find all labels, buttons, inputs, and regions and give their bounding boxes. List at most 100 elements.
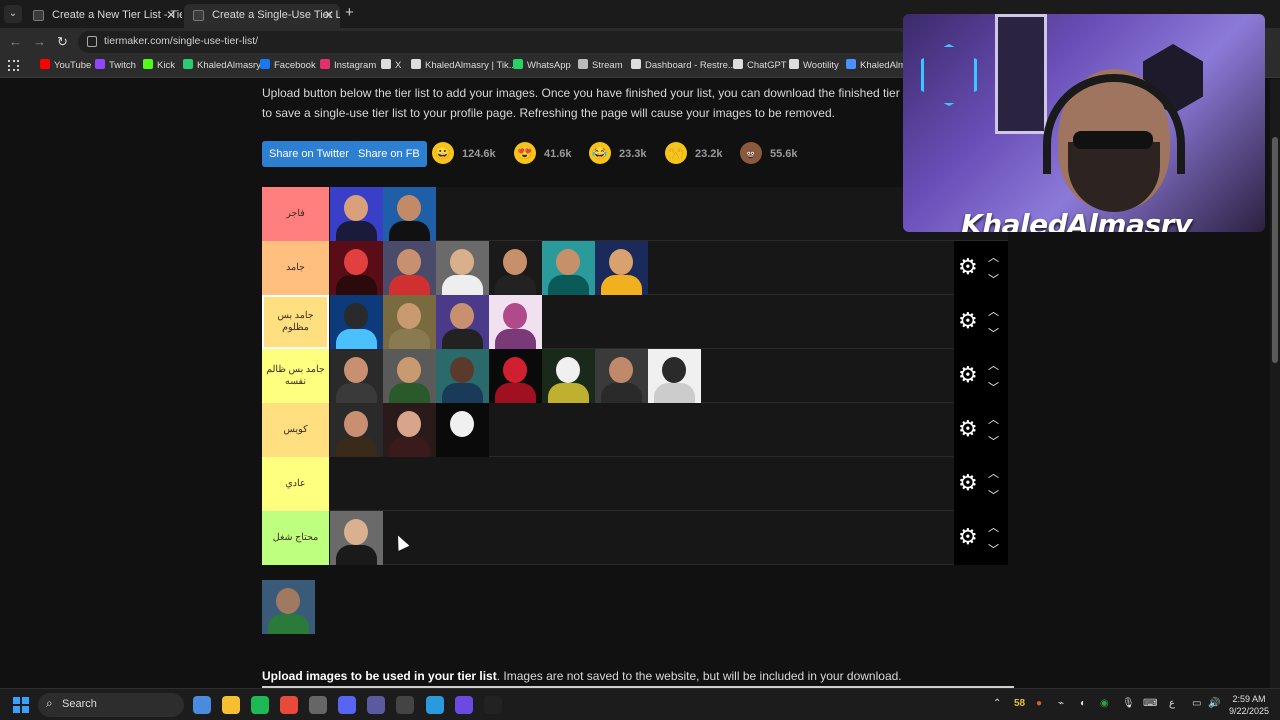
tier-item-image[interactable] [330, 241, 383, 295]
microphone-icon[interactable]: 🎙 [1122, 698, 1135, 709]
bookmark-item[interactable]: ChatGPT [733, 59, 787, 71]
discord-icon[interactable] [338, 696, 356, 714]
tray-app-icon[interactable]: ● [1036, 698, 1042, 709]
tier-label[interactable]: جامد بس ظالم نفسه [262, 349, 329, 403]
tier-items[interactable] [330, 511, 383, 565]
language-icon[interactable]: ع [1169, 698, 1175, 709]
page-scrollbar[interactable] [1270, 79, 1280, 688]
bookmark-item[interactable]: KhaledAlmasry [183, 59, 261, 71]
bookmark-item[interactable]: KhaledAlma [846, 59, 911, 71]
tier-label[interactable]: عادي [262, 457, 329, 511]
tray-app-icon[interactable]: ◐ [1080, 698, 1086, 709]
tier-item-image[interactable] [262, 580, 315, 634]
forward-icon[interactable]: → [33, 34, 46, 49]
scrollbar-thumb[interactable] [1272, 137, 1278, 363]
tier-item-image[interactable] [595, 349, 648, 403]
tier-item-image[interactable] [595, 241, 648, 295]
tier-label[interactable]: جامد بس مظلوم [262, 295, 329, 349]
bookmark-item[interactable]: Dashboard - Restre... [631, 59, 736, 71]
chevron-up-icon[interactable]: ︿ [988, 411, 999, 427]
tier-item-image[interactable] [436, 295, 489, 349]
close-tab-icon[interactable]: ✕ [324, 4, 334, 26]
site-info-icon[interactable] [87, 36, 97, 47]
share-twitter-button[interactable]: Share on Twitter [262, 141, 356, 167]
windows-start-icon[interactable] [13, 697, 29, 713]
gear-icon[interactable]: ⚙ [958, 524, 978, 550]
taskbar-search-box[interactable]: ⌕ Search [38, 693, 184, 717]
tray-app-icon[interactable]: ◉ [1100, 698, 1109, 709]
tier-item-image[interactable] [330, 403, 383, 457]
tier-item-image[interactable] [648, 349, 701, 403]
share-facebook-button[interactable]: Share on FB [351, 141, 427, 167]
tier-label[interactable]: جامد [262, 241, 329, 295]
chevron-up-icon[interactable]: ︿ [988, 519, 999, 535]
tray-app-icon[interactable]: ⌁ [1058, 698, 1064, 709]
bookmark-item[interactable]: Twitch [95, 59, 136, 71]
tier-label[interactable]: فاجر [262, 187, 329, 241]
obs-icon[interactable] [309, 696, 327, 714]
spotify-icon[interactable] [251, 696, 269, 714]
tier-items[interactable] [330, 187, 436, 241]
volume-icon[interactable]: 🔊 [1208, 698, 1220, 709]
tab-create-new-tier-list[interactable]: Create a New Tier List - TierMa ✕ [24, 4, 182, 28]
chevron-down-icon[interactable]: ﹀ [988, 433, 999, 449]
chevron-up-icon[interactable]: ︿ [988, 249, 999, 265]
tier-item-image[interactable] [489, 349, 542, 403]
chevron-up-icon[interactable]: ︿ [988, 303, 999, 319]
bookmark-item[interactable]: Instagram [320, 59, 376, 71]
copilot-icon[interactable] [193, 696, 211, 714]
tier-label[interactable]: محتاج شغل [262, 511, 329, 565]
tier-item-image[interactable] [330, 295, 383, 349]
bookmark-item[interactable]: X [381, 59, 401, 71]
address-bar[interactable]: tiermaker.com/single-use-tier-list/ [78, 31, 908, 53]
bookmark-item[interactable]: WhatsApp [513, 59, 571, 71]
tier-items[interactable] [330, 349, 701, 403]
chevron-down-icon[interactable]: ﹀ [988, 487, 999, 503]
tier-item-image[interactable] [489, 241, 542, 295]
game-icon[interactable] [455, 696, 473, 714]
tier-item-image[interactable] [330, 187, 383, 241]
chevron-down-icon[interactable]: ﹀ [988, 379, 999, 395]
tab-search-button[interactable]: ⌄ [4, 5, 22, 23]
chevron-down-icon[interactable]: ﹀ [988, 325, 999, 341]
bookmark-item[interactable]: Wootility [789, 59, 839, 71]
tier-item-image[interactable] [542, 241, 595, 295]
network-icon[interactable]: ▭ [1192, 698, 1201, 709]
file-explorer-icon[interactable] [222, 696, 240, 714]
tab-single-use-tier-list[interactable]: Create a Single-Use Tier List (P ✕ [184, 4, 340, 28]
taskbar-clock[interactable]: 2:59 AM 9/22/2025 [1226, 693, 1272, 717]
tier-items[interactable] [330, 295, 542, 349]
tier-item-image[interactable] [436, 241, 489, 295]
url-text[interactable]: tiermaker.com/single-use-tier-list/ [104, 35, 258, 47]
tier-item-image[interactable] [436, 403, 489, 457]
tier-item-image[interactable] [383, 295, 436, 349]
tier-item-image[interactable] [542, 349, 595, 403]
bookmark-item[interactable]: Stream [578, 59, 623, 71]
tier-item-image[interactable] [383, 241, 436, 295]
tier-item-image[interactable] [489, 295, 542, 349]
new-tab-icon[interactable]: + [345, 4, 354, 21]
bookmark-item[interactable]: YouTube [40, 59, 91, 71]
chrome-icon[interactable] [280, 696, 298, 714]
tier-items[interactable] [330, 241, 648, 295]
gear-icon[interactable]: ⚙ [958, 308, 978, 334]
tier-item-image[interactable] [330, 511, 383, 565]
chevron-up-icon[interactable]: ︿ [988, 465, 999, 481]
show-hidden-icons-icon[interactable]: ⌃ [993, 698, 1001, 709]
close-tab-icon[interactable]: ✕ [166, 4, 176, 26]
back-icon[interactable]: ← [9, 34, 22, 49]
tier-item-image[interactable] [383, 349, 436, 403]
gear-icon[interactable]: ⚙ [958, 254, 978, 280]
tier-item-image[interactable] [436, 349, 489, 403]
bookmark-item[interactable]: Facebook [260, 59, 316, 71]
reload-icon[interactable]: ↻ [57, 34, 68, 50]
chevron-down-icon[interactable]: ﹀ [988, 541, 999, 557]
keyboard-icon[interactable]: ⌨ [1143, 698, 1157, 709]
chevron-up-icon[interactable]: ︿ [988, 357, 999, 373]
store-icon[interactable] [426, 696, 444, 714]
capcut-icon[interactable] [484, 696, 502, 714]
gear-icon[interactable]: ⚙ [958, 362, 978, 388]
tier-item-image[interactable] [330, 349, 383, 403]
tier-label[interactable]: كويس [262, 403, 329, 457]
terminal-icon[interactable] [396, 696, 414, 714]
